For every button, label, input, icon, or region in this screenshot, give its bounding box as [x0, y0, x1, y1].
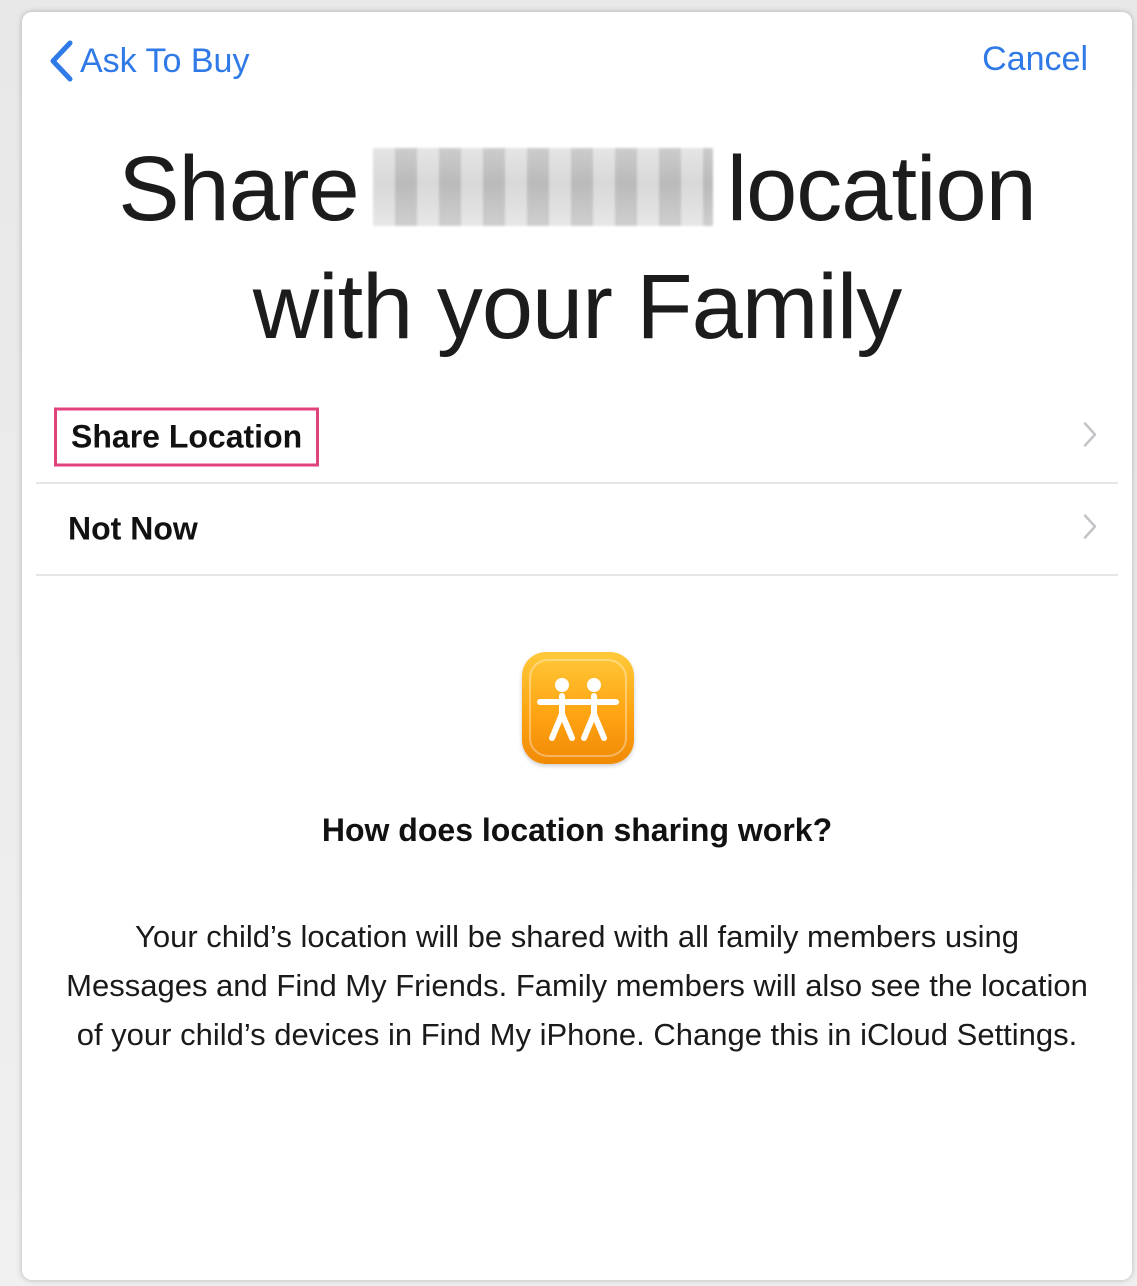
title-prefix: Share: [118, 138, 359, 240]
chevron-left-icon: [48, 39, 74, 83]
chevron-right-icon: [1082, 421, 1098, 454]
title-line-2: with your Family: [252, 256, 903, 358]
title-line-1: Share location: [22, 130, 1132, 248]
share-location-row[interactable]: Share Location: [36, 392, 1118, 484]
title-suffix: location: [726, 138, 1037, 240]
share-location-label: Share Location: [54, 407, 320, 467]
not-now-row[interactable]: Not Now: [36, 484, 1118, 576]
info-question: How does location sharing work?: [321, 812, 833, 848]
find-my-friends-icon: [522, 652, 634, 764]
info-body: Your child’s location will be shared wit…: [66, 919, 1088, 1052]
cancel-button[interactable]: Cancel: [982, 40, 1088, 79]
back-button[interactable]: Ask To Buy: [48, 36, 249, 86]
blurred-child-name: [372, 148, 713, 226]
back-button-label: Ask To Buy: [80, 41, 250, 80]
not-now-label: Not Now: [68, 510, 198, 547]
options-list: Share Location Not Now: [36, 392, 1118, 576]
page-title: Share location with your Family: [22, 130, 1132, 366]
chevron-right-icon: [1082, 513, 1098, 546]
navigation-bar: Ask To Buy Cancel: [22, 12, 1132, 112]
share-location-sheet: Ask To Buy Cancel Share location with you…: [22, 12, 1132, 1280]
